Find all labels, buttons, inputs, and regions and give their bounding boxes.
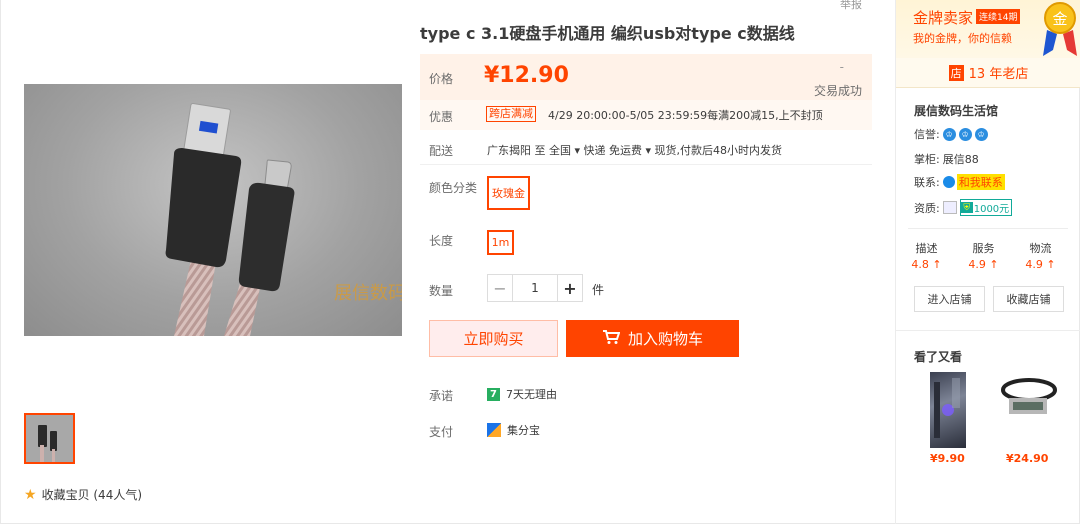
enter-shop-button[interactable]: 进入店铺 (914, 286, 985, 312)
old-store-text: 13 年老店 (968, 67, 1029, 82)
sales-label: 交易成功 (813, 84, 862, 98)
old-store-badge: 店 13 年老店 (896, 58, 1080, 88)
payment-item[interactable]: 集分宝 (487, 422, 540, 438)
store-icon: 店 (948, 64, 964, 81)
score-service: 服务 4.9 ↑ (961, 240, 1006, 271)
contact-label: 联系: (914, 176, 940, 189)
buy-now-button[interactable]: 立即购买 (429, 320, 558, 357)
medal-text: 金 (1052, 10, 1067, 28)
streak-badge: 连续14期 (976, 9, 1021, 24)
promise-label: 承诺 (429, 389, 454, 403)
contact-text: 和我联系 (956, 174, 1005, 190)
qualification-row: 资质: ⛨ 1000元 (914, 199, 1013, 216)
shop-sidebar: 金牌卖家 连续14期 我的金牌，你的信赖 金 店 13 年老店 展信数码生活馆 信… (895, 0, 1080, 524)
shipping-info[interactable]: 广东揭阳 至 全国 ▾ 快递 免运费 ▾ 现货,付款后48小时内发货 (487, 142, 782, 158)
favorite-label: 收藏宝贝 (44人气) (41, 488, 143, 502)
quantity-unit: 件 (592, 283, 605, 297)
score-logistics: 物流 4.9 ↑ (1018, 240, 1063, 271)
report-link[interactable]: 举报 (840, 0, 862, 12)
gold-medal-icon: 金 (1043, 2, 1077, 56)
keeper-name[interactable]: 展信88 (943, 151, 979, 167)
deposit-badge[interactable]: ⛨ 1000元 (959, 199, 1013, 216)
also-viewed-price: ¥24.90 (1006, 452, 1049, 465)
promo-label: 优惠 (429, 110, 454, 124)
contact-row: 联系: 和我联系 (914, 174, 1005, 190)
quantity-minus-button[interactable]: − (487, 274, 513, 302)
gold-seller-title: 金牌卖家 连续14期 (913, 7, 1021, 28)
keeper-label: 掌柜: (914, 153, 940, 166)
star-icon: ★ (24, 486, 37, 503)
svg-text:展信数码: 展信数码 (334, 283, 402, 304)
crown-icon: ♔ (942, 127, 956, 141)
also-viewed-price: ¥9.90 (930, 452, 965, 465)
seven-day-return-icon: 7 (487, 387, 500, 401)
credit-row: 信誉: ♔ ♔ ♔ (914, 126, 988, 142)
payment-text: 集分宝 (507, 424, 540, 437)
divider (420, 164, 872, 165)
shield-icon: ⛨ (960, 202, 973, 213)
promise-text: 7天无理由 (506, 388, 557, 401)
gold-seller-text: 金牌卖家 (913, 9, 974, 27)
promo-text: 4/29 20:00:00-5/05 23:59:59每满200减15,上不封顶 (548, 109, 823, 122)
score-description: 描述 4.8 ↑ (904, 240, 949, 271)
jifenbao-icon (487, 423, 501, 437)
color-option-rose-gold[interactable]: 玫瑰金 (487, 176, 530, 210)
score-value: 4.9 ↑ (1025, 258, 1056, 271)
payment-label: 支付 (429, 425, 454, 439)
length-label: 长度 (429, 234, 454, 248)
price-value: ¥12.90 (484, 63, 569, 88)
favorite-shop-button[interactable]: 收藏店铺 (993, 286, 1064, 312)
score-value: 4.9 ↑ (968, 258, 999, 271)
price-label: 价格 (429, 72, 454, 86)
contact-button[interactable]: 和我联系 (942, 174, 1005, 190)
score-label: 服务 (972, 242, 995, 255)
crown-icon: ♔ (958, 127, 972, 141)
business-license-icon[interactable] (942, 201, 957, 214)
price-panel: 价格 ¥12.90 - 交易成功 (420, 54, 872, 100)
add-to-cart-button[interactable]: 加入购物车 (566, 320, 739, 357)
wangwang-icon (942, 176, 955, 188)
gold-seller-banner: 金牌卖家 连续14期 我的金牌，你的信赖 金 (896, 0, 1080, 58)
cart-icon (602, 329, 621, 349)
deposit-amount: 1000元 (973, 204, 1010, 215)
also-viewed-image[interactable] (989, 372, 1067, 422)
divider (908, 228, 1068, 229)
gold-seller-subtitle: 我的金牌，你的信赖 (913, 32, 1012, 45)
buy-now-label: 立即购买 (463, 330, 524, 348)
promo-panel: 优惠 跨店满减 4/29 20:00:00-5/05 23:59:59每满200… (420, 100, 872, 130)
crown-icon: ♔ (974, 127, 988, 141)
favorite-item[interactable]: ★ 收藏宝贝 (44人气) (24, 486, 142, 503)
quantity-label: 数量 (429, 284, 454, 298)
divider (896, 330, 1080, 331)
length-option-1m[interactable]: 1m (487, 230, 514, 255)
product-thumbnail[interactable] (24, 413, 75, 464)
score-value: 4.8 ↑ (911, 258, 942, 271)
add-to-cart-label: 加入购物车 (627, 330, 703, 348)
sales-count: - (839, 60, 844, 74)
product-title: type c 3.1硬盘手机通用 编织usb对type c数据线 (420, 24, 795, 43)
product-main-image: 展信数码 (24, 84, 402, 336)
also-viewed-image[interactable] (930, 372, 966, 448)
quantity-plus-button[interactable]: + (557, 274, 583, 302)
shop-name[interactable]: 展信数码生活馆 (914, 102, 998, 119)
promo-tag[interactable]: 跨店满减 (486, 106, 536, 122)
promise-item[interactable]: 7 7天无理由 (487, 386, 557, 402)
also-viewed-title: 看了又看 (914, 350, 963, 364)
shipping-label: 配送 (429, 144, 454, 158)
quantity-input[interactable]: 1 (513, 274, 557, 302)
score-label: 描述 (915, 242, 938, 255)
color-label: 颜色分类 (429, 181, 478, 195)
qualification-label: 资质: (914, 201, 940, 215)
score-label: 物流 (1029, 242, 1052, 255)
keeper-row: 掌柜: 展信88 (914, 151, 979, 167)
credit-label: 信誉: (914, 128, 940, 141)
quantity-stepper: − 1 + (487, 274, 583, 302)
